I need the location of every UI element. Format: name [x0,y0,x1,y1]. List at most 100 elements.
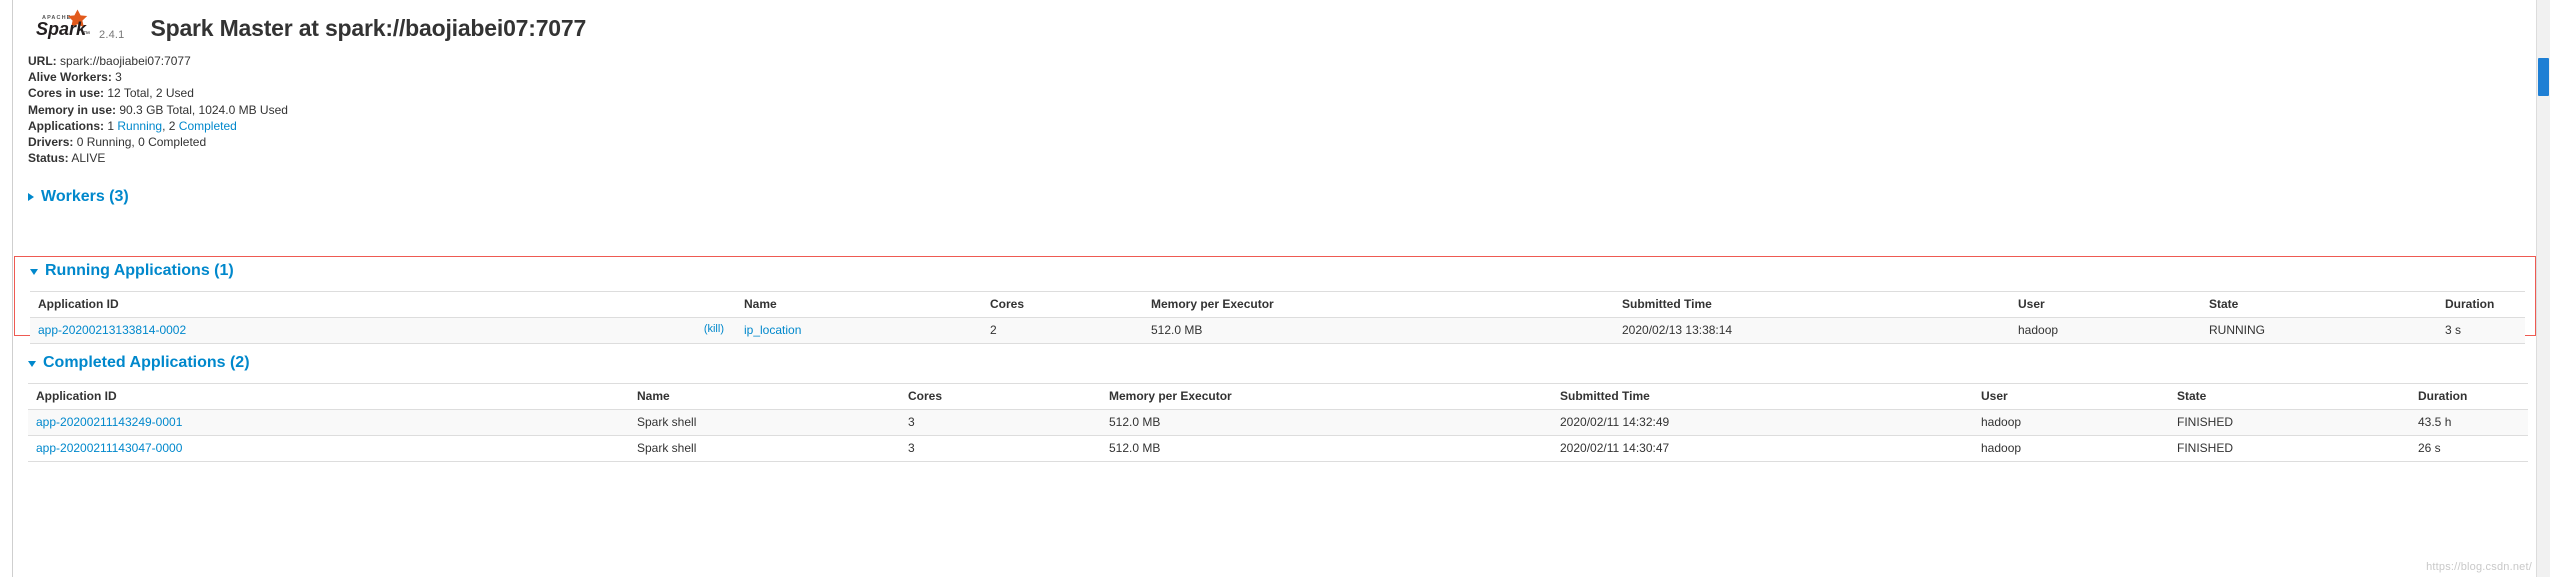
completed-applications-table: Application ID Name Cores Memory per Exe… [28,383,2528,462]
completed-cell-submitted-time: 2020/02/11 14:30:47 [1552,435,1973,462]
running-col-state[interactable]: State [2201,291,2437,318]
running-kill-link[interactable]: (kill) [704,323,724,335]
completed-cell-state: FINISHED [2169,409,2410,436]
completed-table-head: Application ID Name Cores Memory per Exe… [28,383,2528,410]
running-cell-cores: 2 [982,317,1143,344]
applications-running-count: 1 [107,118,115,133]
completed-cell-user: hadoop [1973,435,2169,462]
running-table-head: Application ID Name Cores Memory per Exe… [30,291,2525,318]
workers-section-title: Workers (3) [41,188,129,206]
running-cell-duration: 3 s [2437,317,2525,344]
completed-cell-cores: 3 [900,435,1101,462]
scrollbar-thumb[interactable] [2538,58,2549,96]
running-applications-toggle[interactable]: Running Applications (1) [30,262,2525,280]
completed-table-header-row: Application ID Name Cores Memory per Exe… [28,383,2528,410]
window-left-edge [0,0,13,577]
alive-workers-value: 3 [115,70,122,85]
completed-cell-application-id: app-20200211143249-0001 [28,409,629,436]
completed-applications-toggle[interactable]: Completed Applications (2) [28,354,2528,372]
svg-text:Spark: Spark [36,19,87,39]
completed-col-duration[interactable]: Duration [2410,383,2528,410]
completed-applications-title: Completed Applications (2) [43,354,250,371]
running-col-submitted-time[interactable]: Submitted Time [1614,291,2010,318]
url-label: URL: [28,54,57,68]
summary-row-memory: Memory in use: 90.3 GB Total, 1024.0 MB … [28,102,2550,118]
summary-row-alive-workers: Alive Workers: 3 [28,69,2550,85]
table-row: app-20200211143047-0000 Spark shell 3 51… [28,435,2528,462]
masthead: APACHE Spark ™ 2.4.1 Spark Master at spa… [14,0,2550,44]
table-row: app-20200213133814-0002 (kill) ip_locati… [30,317,2525,344]
completed-cell-application-id: app-20200211143047-0000 [28,435,629,462]
applications-separator: , [162,118,169,133]
completed-col-cores[interactable]: Cores [900,383,1101,410]
alive-workers-label: Alive Workers: [28,70,112,85]
workers-section-toggle[interactable]: Workers (3) [28,188,2550,206]
completed-cell-name: Spark shell [629,435,900,462]
completed-cell-state: FINISHED [2169,435,2410,462]
completed-cell-duration: 26 s [2410,435,2528,462]
completed-col-submitted-time[interactable]: Submitted Time [1552,383,1973,410]
running-cell-submitted-time: 2020/02/13 13:38:14 [1614,317,2010,344]
watermark: https://blog.csdn.net/ [2426,561,2532,573]
running-col-name[interactable]: Name [736,291,982,318]
running-cell-application-id: app-20200213133814-0002 (kill) [30,317,736,344]
caret-down-icon [30,269,38,275]
completed-applications-section: Completed Applications (2) Application I… [28,354,2528,462]
summary-row-cores: Cores in use: 12 Total, 2 Used [28,85,2550,101]
spark-master-page: APACHE Spark ™ 2.4.1 Spark Master at spa… [0,0,2550,577]
summary-row-status: Status: ALIVE [28,150,2550,166]
svg-text:™: ™ [83,31,90,38]
running-cell-name: ip_location [736,317,982,344]
cluster-summary: URL: spark://baojiabei07:7077 Alive Work… [28,53,2550,166]
memory-value: 90.3 GB Total, 1024.0 MB Used [119,102,288,117]
completed-cell-memory: 512.0 MB [1101,435,1552,462]
completed-cell-submitted-time: 2020/02/11 14:32:49 [1552,409,1973,436]
applications-completed-count: 2 [168,118,176,133]
drivers-label: Drivers: [28,135,74,150]
completed-col-state[interactable]: State [2169,383,2410,410]
running-cell-memory: 512.0 MB [1143,317,1614,344]
caret-right-icon [28,193,34,202]
completed-app-id-link[interactable]: app-20200211143249-0001 [36,415,182,429]
completed-cell-duration: 43.5 h [2410,409,2528,436]
applications-running-link[interactable]: Running [117,119,162,133]
completed-cell-user: hadoop [1973,409,2169,436]
completed-applications-table-wrap: Application ID Name Cores Memory per Exe… [28,383,2528,462]
completed-col-user[interactable]: User [1973,383,2169,410]
table-row: app-20200211143249-0001 Spark shell 3 51… [28,409,2528,436]
cores-label: Cores in use: [28,86,105,101]
drivers-value: 0 Running, 0 Completed [76,135,207,150]
completed-cell-memory: 512.0 MB [1101,409,1552,436]
running-col-application-id[interactable]: Application ID [30,291,736,318]
completed-app-id-link[interactable]: app-20200211143047-0000 [36,441,182,455]
running-applications-table: Application ID Name Cores Memory per Exe… [30,291,2525,344]
status-label: Status: [28,151,69,166]
summary-row-applications: Applications: 1 Running, 2 Completed [28,118,2550,134]
completed-cell-name: Spark shell [629,409,900,436]
completed-table-body: app-20200211143249-0001 Spark shell 3 51… [28,409,2528,462]
completed-cell-cores: 3 [900,409,1101,436]
running-col-duration[interactable]: Duration [2437,291,2525,318]
running-table-header-row: Application ID Name Cores Memory per Exe… [30,291,2525,318]
running-applications-table-wrap: Application ID Name Cores Memory per Exe… [30,291,2525,344]
caret-down-icon [28,361,36,367]
running-col-cores[interactable]: Cores [982,291,1143,318]
applications-completed-link[interactable]: Completed [179,119,237,133]
spark-logo[interactable]: APACHE Spark ™ [28,8,94,44]
completed-col-memory[interactable]: Memory per Executor [1101,383,1552,410]
spark-version: 2.4.1 [99,29,125,41]
completed-col-application-id[interactable]: Application ID [28,383,629,410]
vertical-scrollbar[interactable] [2536,0,2550,577]
running-cell-user: hadoop [2010,317,2201,344]
running-table-body: app-20200213133814-0002 (kill) ip_locati… [30,317,2525,344]
cores-value: 12 Total, 2 Used [107,86,194,101]
page-title: Spark Master at spark://baojiabei07:7077 [150,15,587,41]
running-col-memory[interactable]: Memory per Executor [1143,291,1614,318]
running-applications-section: Running Applications (1) Application ID … [30,262,2525,344]
running-app-id-link[interactable]: app-20200213133814-0002 [38,323,186,337]
status-value: ALIVE [71,151,106,166]
running-app-name-link[interactable]: ip_location [744,323,801,337]
running-col-user[interactable]: User [2010,291,2201,318]
completed-col-name[interactable]: Name [629,383,900,410]
running-applications-title: Running Applications (1) [45,262,234,279]
